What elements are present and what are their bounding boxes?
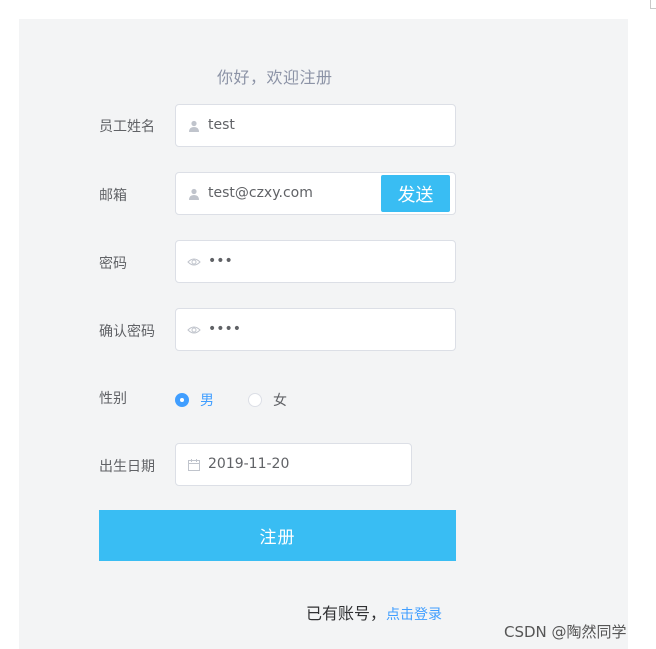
user-icon (187, 186, 201, 202)
email-label: 邮箱 (99, 188, 127, 204)
corner-mark (650, 0, 656, 9)
radio-unchecked-icon (248, 393, 262, 407)
name-value: test (208, 117, 235, 133)
eye-icon (187, 254, 201, 270)
eye-icon (187, 322, 201, 338)
gender-radio-female[interactable]: 女 (248, 390, 287, 410)
confirm-password-input[interactable]: •••• (175, 308, 456, 351)
birthday-value: 2019-11-20 (208, 456, 290, 472)
birthday-date-picker[interactable]: 2019-11-20 (175, 443, 412, 486)
calendar-icon (187, 457, 201, 473)
confirm-password-value: •••• (208, 321, 242, 337)
name-label: 员工姓名 (99, 119, 155, 135)
form-title: 你好，欢迎注册 (217, 68, 333, 87)
gender-label: 性别 (99, 391, 127, 407)
gender-option-label: 女 (273, 393, 287, 409)
watermark: CSDN @陶然同学 (504, 623, 627, 641)
gender-radio-male[interactable]: 男 (175, 390, 214, 410)
gender-option-label: 男 (200, 393, 214, 409)
password-label: 密码 (99, 256, 127, 272)
password-value: ••• (208, 253, 233, 269)
user-icon (187, 118, 201, 134)
send-code-button[interactable]: 发送 (381, 175, 450, 212)
radio-checked-icon (175, 393, 189, 407)
confirm-password-label: 确认密码 (99, 324, 155, 340)
login-link[interactable]: 点击登录 (386, 607, 442, 623)
email-value: test@czxy.com (208, 185, 313, 201)
password-input[interactable]: ••• (175, 240, 456, 283)
login-prompt-text: 已有账号， (306, 604, 387, 623)
birthday-label: 出生日期 (99, 459, 155, 475)
login-prompt: 已有账号，点击登录 (306, 600, 442, 624)
name-input[interactable]: test (175, 104, 456, 147)
register-button[interactable]: 注册 (99, 510, 456, 561)
